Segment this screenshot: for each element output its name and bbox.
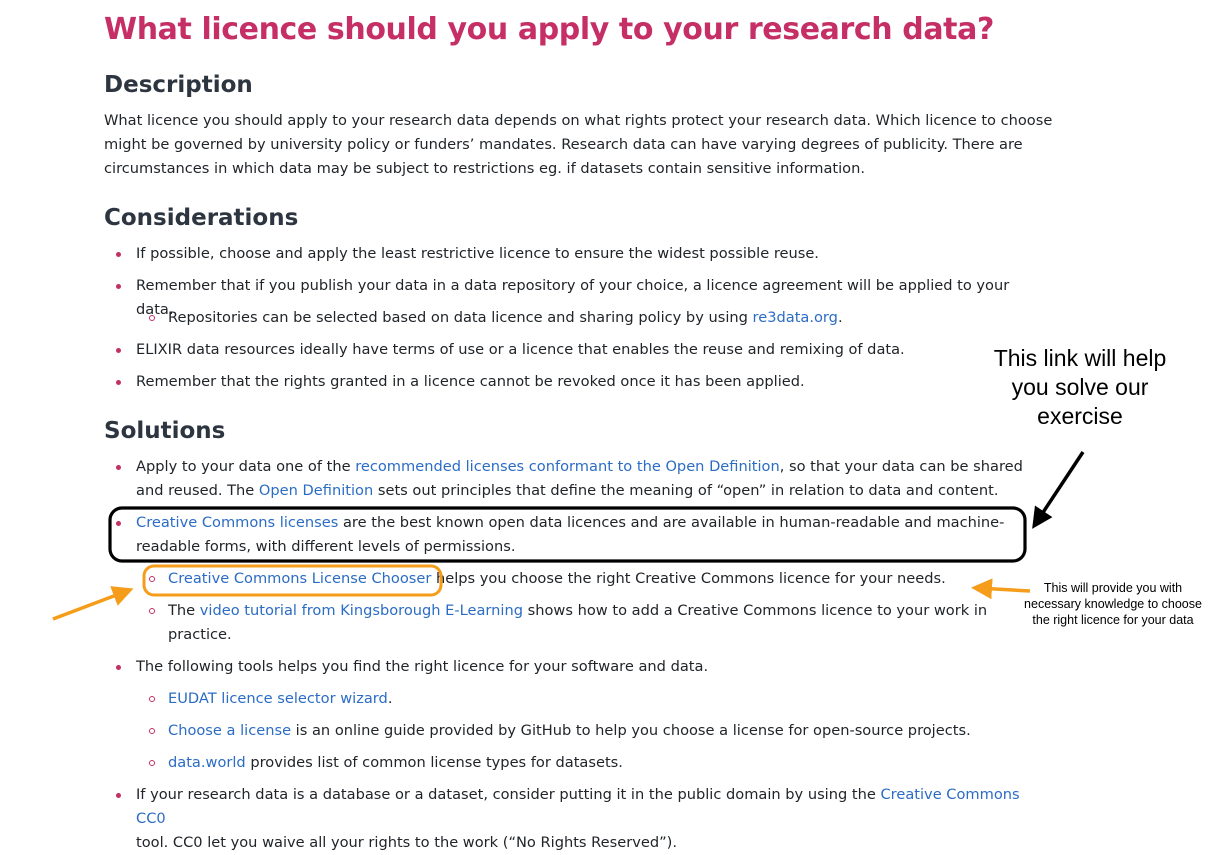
eudat-period: . xyxy=(387,690,393,707)
black-note-line-1: This link will help xyxy=(993,345,1167,371)
data-world-text: provides list of common license types fo… xyxy=(245,754,623,771)
orange-note-line-2: necessary knowledge to choose xyxy=(1024,597,1202,611)
black-note-line-2: you solve our xyxy=(1011,374,1149,400)
video-tutorial-text-after: shows how to add a Creative Commons lice… xyxy=(523,602,988,619)
considerations-item-1: If possible, choose and apply the least … xyxy=(116,242,1036,266)
data-world-link[interactable]: data.world xyxy=(168,754,246,771)
solutions-item-2-sub-1: Creative Commons License Chooser helps y… xyxy=(149,567,1008,591)
solutions-item-1-text-before: Apply to your data one of the xyxy=(136,458,356,475)
video-tutorial-link[interactable]: video tutorial from Kingsborough E-Learn… xyxy=(200,602,523,619)
considerations-sub-text: Repositories can be selected based on da… xyxy=(168,309,753,326)
solutions-item-2: Creative Commons licenses are the best k… xyxy=(116,511,1036,559)
black-arrow-icon xyxy=(1032,451,1085,529)
considerations-item-2-sub-1: Repositories can be selected based on da… xyxy=(149,306,1008,330)
solutions-item-3: The following tools helps you find the r… xyxy=(116,655,1036,679)
considerations-heading: Considerations xyxy=(104,205,299,231)
orange-note-line-3: the right licence for your data xyxy=(1032,613,1194,627)
solutions-heading: Solutions xyxy=(104,418,226,444)
re3data-link[interactable]: re3data.org xyxy=(753,309,838,326)
solutions-item-3-text: The following tools helps you find the r… xyxy=(136,658,709,675)
solutions-item-1-text-middle: , so that your data can be shared xyxy=(779,458,1023,475)
solutions-item-3-sub-3: data.world provides list of common licen… xyxy=(149,751,1008,775)
orange-note-line-1: This will provide you with xyxy=(1043,581,1183,595)
cc-chooser-text: helps you choose the right Creative Comm… xyxy=(431,570,946,587)
video-tutorial-text-before: The xyxy=(168,602,200,619)
solutions-item-2-sub-2: The video tutorial from Kingsborough E-L… xyxy=(149,599,1008,647)
black-annotation-note: This link will help you solve our exerci… xyxy=(985,344,1175,431)
considerations-item-4-text: Remember that the rights granted in a li… xyxy=(136,373,805,390)
considerations-sub-period: . xyxy=(837,309,843,326)
considerations-item-4: Remember that the rights granted in a li… xyxy=(116,370,1036,394)
solutions-item-1-text-line2: and reused. The xyxy=(136,482,259,499)
solutions-item-4-text-before: If your research data is a database or a… xyxy=(136,786,881,803)
video-tutorial-text-line2: practice. xyxy=(168,626,232,643)
solutions-item-4: If your research data is a database or a… xyxy=(116,783,1036,855)
description-line-2: might be governed by university policy o… xyxy=(104,136,1023,153)
black-note-line-3: exercise xyxy=(1037,403,1123,429)
description-text: What licence you should apply to your re… xyxy=(104,109,1069,181)
description-line-1: What licence you should apply to your re… xyxy=(104,112,1053,129)
open-definition-link[interactable]: Open Definition xyxy=(259,482,373,499)
solutions-item-3-sub-1: EUDAT licence selector wizard. xyxy=(149,687,1008,711)
solutions-item-2-text-line1: are the best known open data licences an… xyxy=(338,514,1005,531)
page-title: What licence should you apply to your re… xyxy=(104,12,994,47)
solutions-item-2-text-line2: readable forms, with different levels of… xyxy=(136,538,516,555)
solutions-item-4-text-line2: tool. CC0 let you waive all your rights … xyxy=(136,834,677,851)
considerations-item-3-text: ELIXIR data resources ideally have terms… xyxy=(136,341,905,358)
description-line-3: circumstances in which data may be subje… xyxy=(104,160,865,177)
considerations-item-3: ELIXIR data resources ideally have terms… xyxy=(116,338,1036,362)
choose-a-license-text: is an online guide provided by GitHub to… xyxy=(291,722,971,739)
cc-license-chooser-link[interactable]: Creative Commons License Chooser xyxy=(168,570,431,587)
choose-a-license-link[interactable]: Choose a license xyxy=(168,722,291,739)
solutions-item-1: Apply to your data one of the recommende… xyxy=(116,455,1036,503)
orange-annotation-note: This will provide you with necessary kno… xyxy=(1008,580,1215,628)
solutions-item-3-sub-2: Choose a license is an online guide prov… xyxy=(149,719,1008,743)
considerations-item-1-text: If possible, choose and apply the least … xyxy=(136,245,819,262)
orange-arrow-left-icon xyxy=(52,586,134,621)
eudat-selector-link[interactable]: EUDAT licence selector wizard xyxy=(168,690,388,707)
solutions-item-1-text-after: sets out principles that define the mean… xyxy=(373,482,999,499)
description-heading: Description xyxy=(104,72,253,98)
creative-commons-licenses-link[interactable]: Creative Commons licenses xyxy=(136,514,338,531)
open-definition-licenses-link[interactable]: recommended licenses conformant to the O… xyxy=(355,458,780,475)
